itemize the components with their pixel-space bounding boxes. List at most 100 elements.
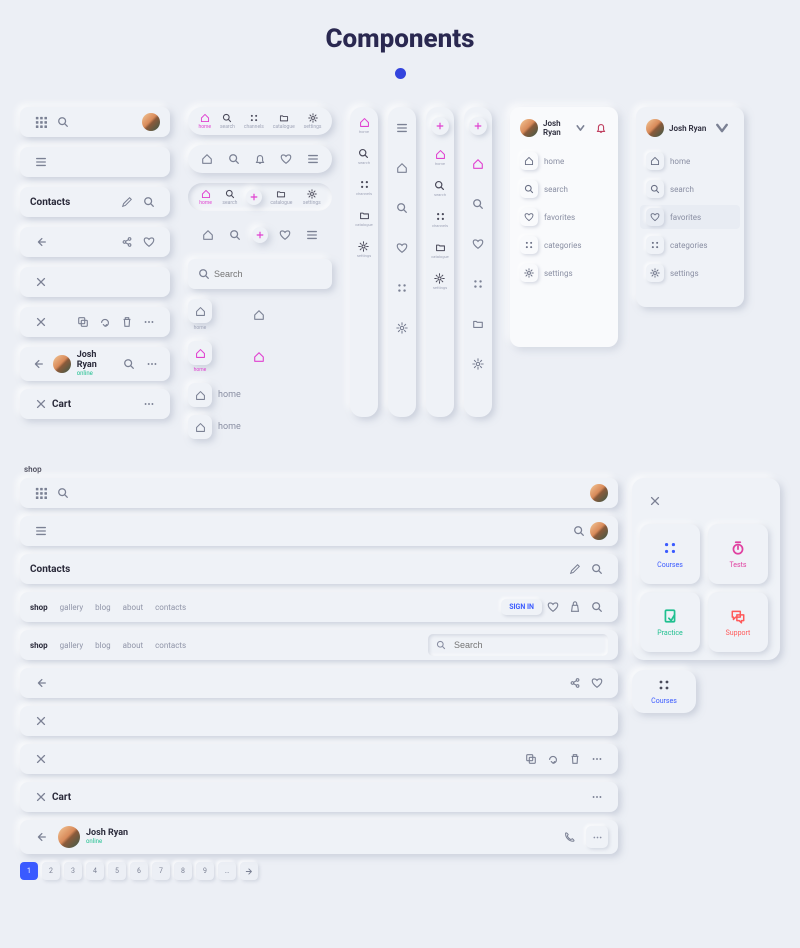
tile-tests[interactable]: Tests [708, 524, 768, 584]
nav-catalogue[interactable]: catalogue [271, 113, 297, 130]
back-icon[interactable] [30, 672, 52, 694]
nav-blog[interactable]: blog [95, 641, 111, 650]
pencil-icon[interactable] [564, 558, 586, 580]
gear-icon[interactable] [391, 317, 413, 339]
back-icon[interactable] [30, 231, 52, 253]
nav-search[interactable]: search [218, 113, 237, 130]
sb-settings[interactable]: settings [644, 261, 736, 285]
page-8[interactable]: 8 [174, 862, 192, 880]
close-icon[interactable] [644, 490, 666, 512]
bag-icon[interactable] [564, 596, 586, 618]
chevron-down-icon[interactable] [711, 117, 733, 139]
more-icon[interactable] [143, 353, 160, 375]
grid-icon[interactable] [30, 482, 52, 504]
dots4-icon[interactable] [391, 277, 413, 299]
sb-search[interactable]: search [644, 177, 736, 201]
redo-icon[interactable] [94, 311, 116, 333]
vrail-home[interactable]: home [435, 149, 446, 166]
nav-settings[interactable]: settings [301, 189, 323, 206]
back-icon[interactable] [30, 353, 47, 375]
vrail-settings[interactable]: settings [357, 241, 371, 258]
close-icon[interactable] [30, 271, 52, 293]
search-input[interactable] [210, 269, 331, 279]
page-2[interactable]: 2 [42, 862, 60, 880]
more-icon[interactable] [586, 748, 608, 770]
close-icon[interactable] [30, 710, 52, 732]
avatar[interactable] [590, 522, 608, 540]
heart-icon[interactable] [274, 224, 296, 246]
chevron-down-icon[interactable] [573, 117, 588, 139]
avatar[interactable] [646, 119, 664, 137]
heart-icon[interactable] [467, 233, 489, 255]
menu-icon[interactable] [391, 117, 413, 139]
home-chip[interactable] [188, 299, 212, 323]
page-next[interactable] [240, 862, 258, 880]
search-icon[interactable] [391, 197, 413, 219]
home-icon[interactable] [467, 153, 489, 175]
vrail-catalogue[interactable]: catalogue [355, 210, 373, 227]
sb-home[interactable]: home [518, 149, 610, 173]
page-4[interactable]: 4 [86, 862, 104, 880]
sb-search[interactable]: search [518, 177, 610, 201]
vrail-search[interactable]: search [434, 180, 446, 197]
heart-icon[interactable] [391, 237, 413, 259]
redo-icon[interactable] [542, 748, 564, 770]
home-chip[interactable] [188, 383, 212, 407]
nav-contacts[interactable]: contacts [155, 641, 186, 650]
home-chip[interactable] [188, 415, 212, 439]
search-icon[interactable] [121, 353, 138, 375]
menu-icon[interactable] [30, 520, 52, 542]
search-icon[interactable] [467, 193, 489, 215]
home-icon-active[interactable] [248, 346, 270, 368]
search-icon[interactable] [223, 148, 245, 170]
home-icon[interactable] [197, 224, 219, 246]
search-icon[interactable] [586, 596, 608, 618]
more-icon[interactable] [138, 311, 160, 333]
nav-gallery[interactable]: gallery [60, 603, 84, 612]
phone-icon[interactable] [558, 826, 580, 848]
nav-settings[interactable]: settings [302, 113, 324, 130]
search-icon[interactable] [224, 224, 246, 246]
home-icon[interactable] [196, 148, 218, 170]
page-9[interactable]: 9 [196, 862, 214, 880]
sb-favorites[interactable]: favorites [640, 205, 740, 229]
vrail-catalogue[interactable]: catalogue [431, 242, 449, 259]
search-icon[interactable] [52, 482, 74, 504]
avatar[interactable] [520, 119, 538, 137]
sb-categories[interactable]: categories [644, 233, 736, 257]
sb-home[interactable]: home [644, 149, 736, 173]
copy-icon[interactable] [72, 311, 94, 333]
tile-practice[interactable]: Practice [640, 592, 700, 652]
share-icon[interactable] [564, 672, 586, 694]
search-input[interactable] [450, 640, 600, 650]
back-icon[interactable] [30, 826, 52, 848]
tile-courses[interactable]: Courses [640, 524, 700, 584]
close-icon[interactable] [30, 748, 52, 770]
nav-home[interactable]: home [197, 189, 214, 206]
heart-icon[interactable] [542, 596, 564, 618]
nav-search[interactable]: search [220, 189, 239, 206]
gear-icon[interactable] [467, 353, 489, 375]
page-1[interactable]: 1 [20, 862, 38, 880]
sb-favorites[interactable]: favorites [518, 205, 610, 229]
vrail-search[interactable]: search [358, 148, 370, 165]
add-button[interactable] [246, 189, 262, 205]
menu-icon[interactable] [301, 224, 323, 246]
search-icon[interactable] [138, 191, 160, 213]
pencil-icon[interactable] [116, 191, 138, 213]
nav-about[interactable]: about [123, 603, 143, 612]
page-ellipsis[interactable]: … [218, 862, 236, 880]
search-icon[interactable] [52, 111, 74, 133]
page-7[interactable]: 7 [152, 862, 170, 880]
vrail-channels[interactable]: channels [432, 211, 448, 228]
more-icon[interactable] [138, 393, 160, 415]
heart-icon[interactable] [138, 231, 160, 253]
nav-about[interactable]: about [123, 641, 143, 650]
tile-support[interactable]: Support [708, 592, 768, 652]
sb-settings[interactable]: settings [518, 261, 610, 285]
nav-home[interactable]: home [196, 113, 213, 130]
copy-icon[interactable] [520, 748, 542, 770]
menu-icon[interactable] [302, 148, 324, 170]
add-button[interactable] [431, 117, 449, 135]
vrail-home[interactable]: home [359, 117, 370, 134]
